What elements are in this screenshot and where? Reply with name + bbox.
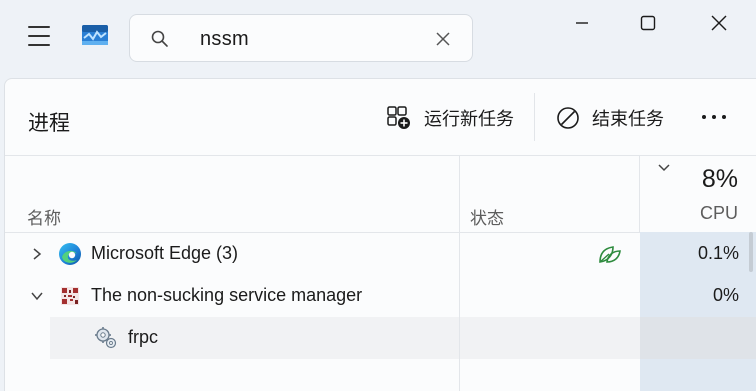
close-button[interactable] [694, 6, 744, 40]
run-new-task-label: 运行新任务 [424, 109, 514, 129]
toolbar-divider [5, 155, 756, 156]
process-name: frpc [128, 327, 159, 347]
run-new-task-icon [387, 106, 410, 129]
page-title: 进程 [28, 112, 70, 135]
process-cpu: 0.1% [697, 243, 739, 263]
end-task-button[interactable]: 结束任务 [556, 99, 664, 137]
search-input[interactable]: nssm [200, 28, 249, 51]
toolbar-separator [534, 93, 535, 141]
end-task-label: 结束任务 [592, 109, 664, 129]
process-cpu: 0% [712, 285, 739, 305]
process-name: The non-sucking service manager [91, 285, 363, 305]
run-new-task-button[interactable]: 运行新任务 [386, 99, 514, 137]
end-task-icon [557, 107, 579, 129]
table-row[interactable]: The non-sucking service manager 0% [5, 275, 756, 317]
clear-search-icon[interactable] [432, 28, 454, 50]
maximize-icon [640, 15, 656, 31]
search-box[interactable]: nssm [129, 14, 473, 62]
cpu-total-percent[interactable]: 8% [702, 165, 738, 194]
more-options-icon[interactable] [697, 109, 731, 125]
minimize-icon [576, 22, 588, 24]
maximize-button[interactable] [623, 6, 673, 40]
minimize-button[interactable] [557, 6, 607, 40]
search-icon [151, 30, 168, 47]
child-row-cpu-background [640, 317, 756, 359]
column-divider [459, 317, 460, 359]
process-name: Microsoft Edge (3) [91, 243, 239, 263]
chevron-right-icon[interactable] [30, 247, 44, 261]
hamburger-menu-icon[interactable] [22, 22, 56, 50]
chevron-down-icon[interactable] [30, 289, 44, 303]
column-header-status[interactable]: 状态 [470, 204, 504, 229]
table-row[interactable]: frpc [5, 317, 756, 359]
edge-icon [59, 243, 81, 265]
task-manager-logo-icon [82, 25, 108, 45]
close-icon [711, 15, 727, 31]
service-gears-icon [95, 327, 117, 349]
title-bar: nssm [0, 0, 756, 78]
sort-descending-icon [658, 164, 670, 172]
column-header-cpu[interactable]: CPU [700, 203, 738, 224]
processes-panel: 进程 运行新任务 结束任务 名称 状态 8% CPU Microsoft Edg… [4, 78, 756, 391]
efficiency-mode-leaf-icon [599, 246, 621, 263]
column-header-name[interactable]: 名称 [27, 204, 61, 229]
column-divider [639, 156, 640, 232]
table-row[interactable]: Microsoft Edge (3) 0.1% [5, 233, 756, 275]
nssm-app-icon [61, 287, 79, 305]
